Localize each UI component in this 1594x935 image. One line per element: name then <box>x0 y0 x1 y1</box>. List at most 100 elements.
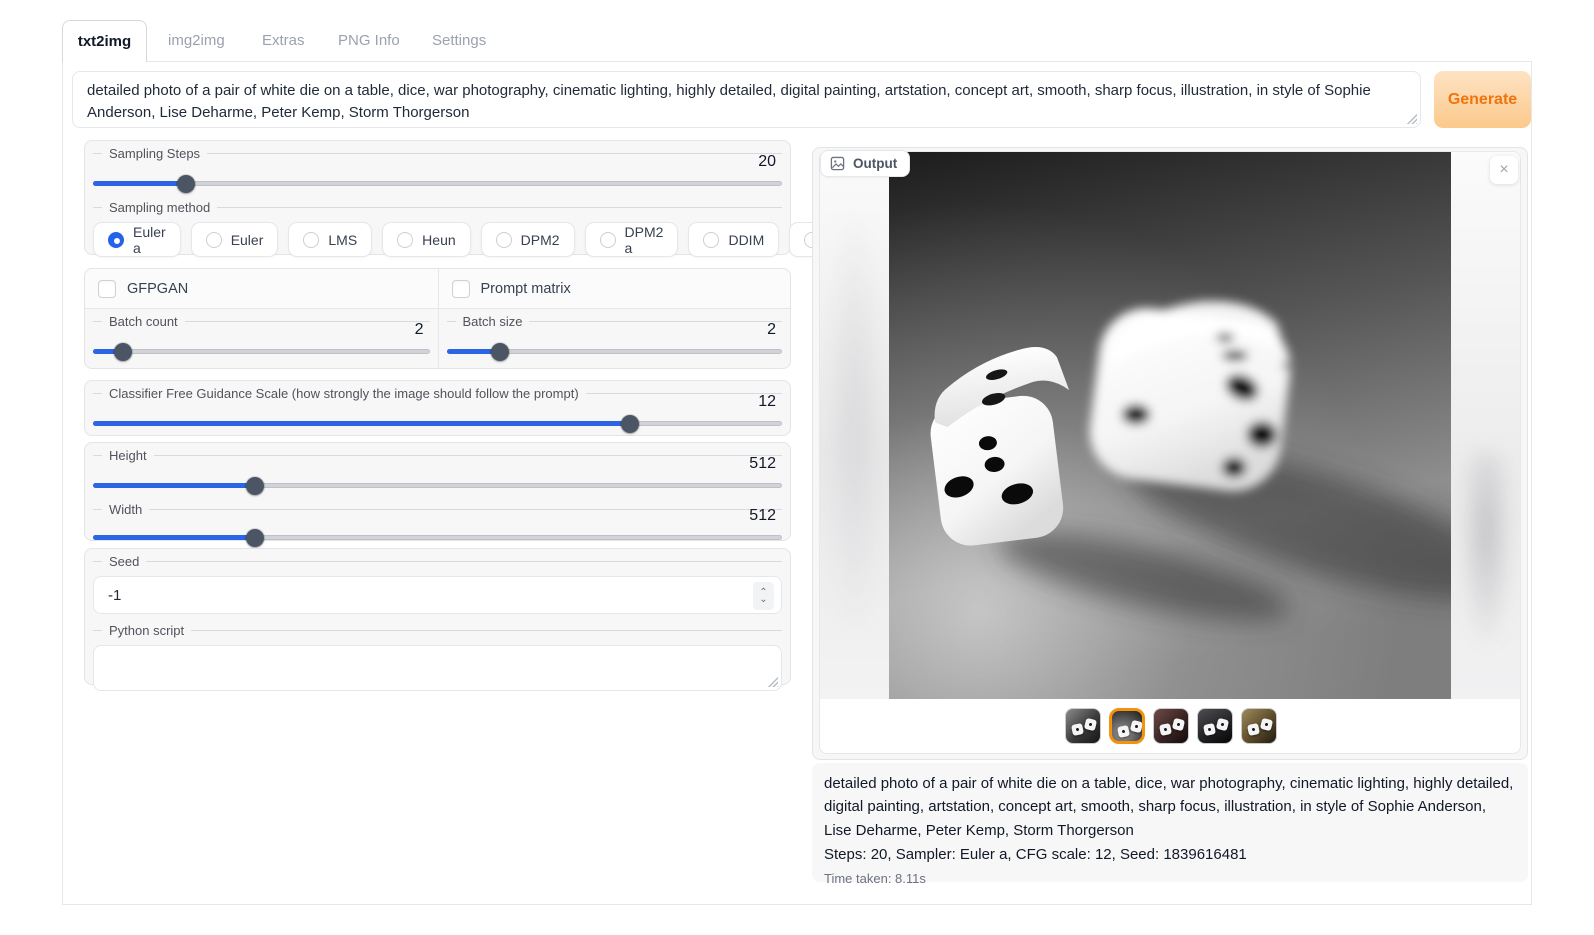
cfg-slider[interactable] <box>93 415 782 433</box>
seed-script-group: Seed -1 ⌃ ⌄ Python script <box>84 548 791 685</box>
prompt-matrix-checkbox-row[interactable]: Prompt matrix <box>439 269 791 309</box>
thumbnail-5[interactable] <box>1241 708 1277 744</box>
radio-icon[interactable] <box>397 232 413 248</box>
height-field: Height 512 <box>85 443 790 501</box>
width-label: Width <box>109 502 142 517</box>
slider-thumb[interactable] <box>177 175 195 193</box>
caption-params: Steps: 20, Sampler: Euler a, CFG scale: … <box>824 843 1516 866</box>
thumbnail-strip <box>1065 708 1277 744</box>
caption-prompt: detailed photo of a pair of white die on… <box>824 772 1516 842</box>
python-script-input[interactable] <box>93 645 782 691</box>
gallery-left-fill <box>820 152 889 699</box>
radio-icon[interactable] <box>496 232 512 248</box>
batch-group: GFPGAN Batch count 2 Prompt matrix Batch… <box>84 268 791 369</box>
height-value: 512 <box>749 455 776 473</box>
sampling-option-ddim[interactable]: DDIM <box>688 222 779 257</box>
prompt-text: detailed photo of a pair of white die on… <box>87 82 1371 121</box>
thumbnail-2[interactable] <box>1109 708 1145 744</box>
batch-count-slider[interactable] <box>93 343 430 361</box>
caption-time-taken: Time taken: 8.11s <box>824 869 1516 889</box>
chevron-down-icon[interactable]: ⌄ <box>759 596 767 603</box>
radio-icon[interactable] <box>600 232 616 248</box>
output-caption: detailed photo of a pair of white die on… <box>812 763 1528 882</box>
mini-die-icon <box>1159 723 1172 736</box>
slider-thumb[interactable] <box>246 529 264 547</box>
sampling-option-heun[interactable]: Heun <box>382 222 470 257</box>
batch-size-label: Batch size <box>463 314 523 329</box>
sampling-option-euler-a[interactable]: Euler a <box>93 222 181 257</box>
sampling-steps-slider[interactable] <box>93 175 782 193</box>
batch-size-field: Batch size 2 <box>439 309 791 367</box>
height-slider[interactable] <box>93 477 782 495</box>
seed-field: Seed -1 ⌃ ⌄ <box>85 549 790 620</box>
cfg-field: Classifier Free Guidance Scale (how stro… <box>85 381 790 439</box>
slider-thumb[interactable] <box>491 343 509 361</box>
seed-input[interactable]: -1 ⌃ ⌄ <box>93 576 782 614</box>
radio-icon[interactable] <box>303 232 319 248</box>
number-spinner[interactable]: ⌃ ⌄ <box>753 582 774 610</box>
tab-img2img[interactable]: img2img <box>168 32 225 49</box>
width-slider[interactable] <box>93 529 782 547</box>
mini-die-icon <box>1247 723 1260 736</box>
slider-thumb[interactable] <box>246 477 264 495</box>
prompt-matrix-label: Prompt matrix <box>481 281 571 297</box>
resize-handle-icon[interactable] <box>767 676 778 687</box>
mini-die-icon <box>1084 718 1097 731</box>
sampling-steps-label: Sampling Steps <box>109 146 200 161</box>
mini-die-icon <box>1260 718 1273 731</box>
mini-die-icon <box>1203 723 1216 736</box>
batch-size-slider[interactable] <box>447 343 783 361</box>
tab-extras[interactable]: Extras <box>262 32 305 49</box>
sampling-option-label: Euler a <box>133 224 166 256</box>
thumbnail-4[interactable] <box>1197 708 1233 744</box>
python-script-label: Python script <box>109 623 184 638</box>
thumbnail-3[interactable] <box>1153 708 1189 744</box>
batch-count-value: 2 <box>415 321 424 339</box>
slider-thumb[interactable] <box>114 343 132 361</box>
image-icon <box>830 156 845 171</box>
gfpgan-checkbox[interactable] <box>98 280 116 298</box>
mini-die-icon <box>1130 720 1143 733</box>
width-field: Width 512 <box>85 501 790 553</box>
sampling-option-label: Euler <box>231 232 264 248</box>
width-value: 512 <box>749 507 776 525</box>
mini-die-icon <box>1117 725 1130 738</box>
slider-thumb[interactable] <box>621 415 639 433</box>
sampling-option-label: LMS <box>328 232 357 248</box>
cfg-group: Classifier Free Guidance Scale (how stro… <box>84 380 791 436</box>
sampling-option-dpm2-a[interactable]: DPM2 a <box>585 222 679 257</box>
sampling-option-euler[interactable]: Euler <box>191 222 279 257</box>
sampling-steps-value: 20 <box>758 153 776 171</box>
output-label: Output <box>853 156 897 171</box>
gallery-right-fill <box>1451 152 1521 699</box>
sampling-method-field: Sampling method Euler aEulerLMSHeunDPM2D… <box>85 199 790 263</box>
close-gallery-button[interactable]: × <box>1490 156 1518 184</box>
sampling-option-label: DPM2 <box>521 232 560 248</box>
gfpgan-checkbox-row[interactable]: GFPGAN <box>85 269 438 309</box>
prompt-input[interactable]: detailed photo of a pair of white die on… <box>72 71 1421 128</box>
sampling-option-label: Heun <box>422 232 455 248</box>
thumbnail-1[interactable] <box>1065 708 1101 744</box>
gfpgan-label: GFPGAN <box>127 281 188 297</box>
tab-txt2img[interactable]: txt2img <box>62 20 147 62</box>
tab-settings[interactable]: Settings <box>432 32 486 49</box>
radio-icon[interactable] <box>206 232 222 248</box>
sampling-option-label: DPM2 a <box>625 224 664 256</box>
radio-selected-icon[interactable] <box>108 232 124 248</box>
generate-button[interactable]: Generate <box>1434 71 1531 128</box>
sampling-option-lms[interactable]: LMS <box>288 222 372 257</box>
output-header: Output <box>820 150 910 177</box>
app-canvas: txt2img img2img Extras PNG Info Settings… <box>0 0 1594 935</box>
generated-dice-image[interactable] <box>889 152 1451 699</box>
prompt-matrix-checkbox[interactable] <box>452 280 470 298</box>
cfg-label: Classifier Free Guidance Scale (how stro… <box>109 386 579 401</box>
height-label: Height <box>109 448 147 463</box>
sampling-option-label: DDIM <box>728 232 764 248</box>
radio-icon[interactable] <box>703 232 719 248</box>
sampling-option-dpm2[interactable]: DPM2 <box>481 222 575 257</box>
tab-png-info[interactable]: PNG Info <box>338 32 400 49</box>
resize-handle-icon[interactable] <box>1406 113 1417 124</box>
batch-count-field: Batch count 2 <box>85 309 438 367</box>
mini-die-icon <box>1216 718 1229 731</box>
seed-value: -1 <box>108 587 121 604</box>
